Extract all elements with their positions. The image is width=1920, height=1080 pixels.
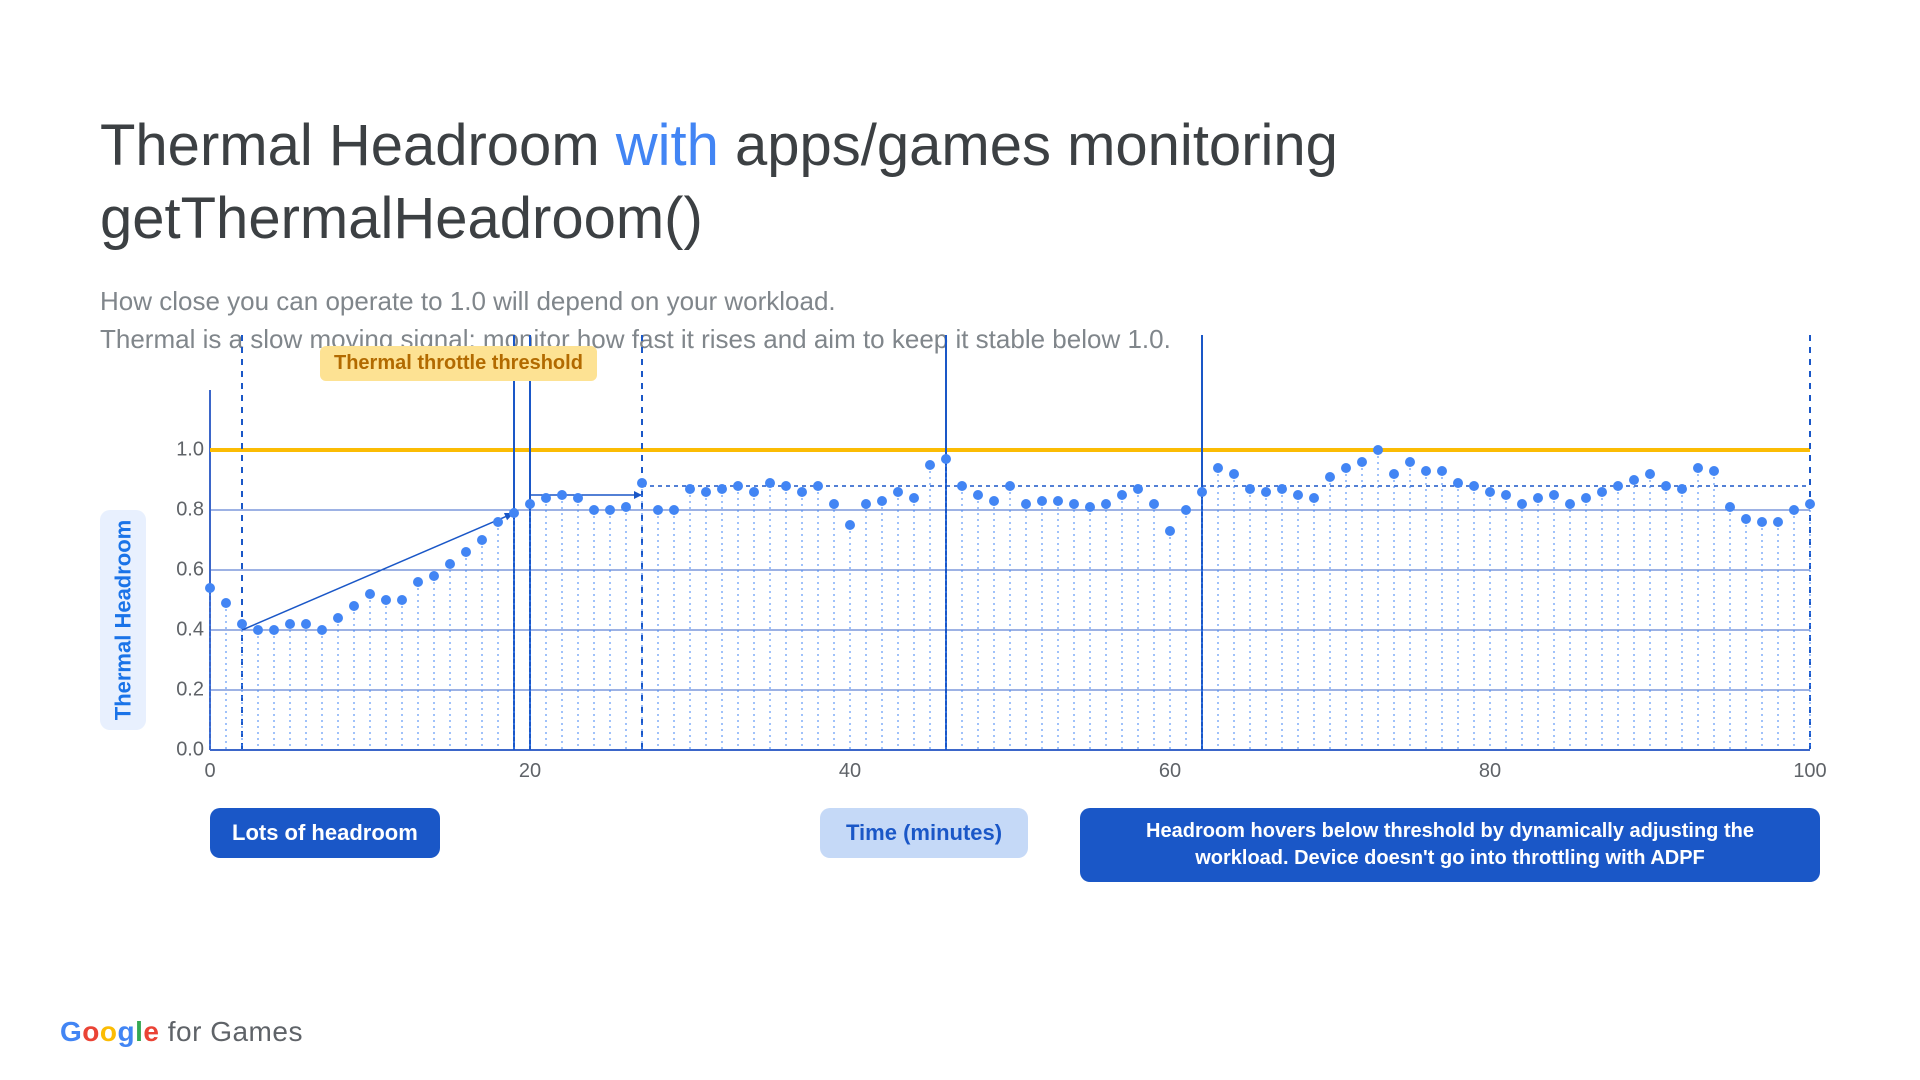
y-tick: 0.0 <box>176 739 204 762</box>
x-tick: 40 <box>839 760 861 783</box>
x-axis-ticks: 020406080100 <box>210 760 1810 790</box>
slide: Thermal Headroom with apps/games monitor… <box>0 0 1920 1080</box>
callout-adpf: Headroom hovers below threshold by dynam… <box>1080 808 1820 882</box>
x-tick: 0 <box>204 760 215 783</box>
y-tick: 0.4 <box>176 619 204 642</box>
plot-area: Thermal throttle threshold <box>210 390 1810 750</box>
threshold-label: Thermal throttle threshold <box>320 346 597 381</box>
x-axis-label: Time (minutes) <box>820 808 1028 858</box>
y-tick: 0.2 <box>176 679 204 702</box>
callouts: Lots of headroom Time (minutes) Headroom… <box>210 808 1820 888</box>
subtitle-line-2: Thermal is a slow moving signal; monitor… <box>100 324 1171 354</box>
y-axis-label-box: Thermal Headroom <box>100 510 146 730</box>
y-axis-label: Thermal Headroom <box>110 520 136 721</box>
y-tick: 0.6 <box>176 559 204 582</box>
y-tick: 0.8 <box>176 499 204 522</box>
title-accent: with <box>616 113 719 178</box>
logo-rest: for Games <box>159 1016 302 1047</box>
y-axis-ticks: 0.00.20.40.60.81.0 <box>158 390 204 750</box>
google-for-games-logo: Google for Games <box>60 1016 303 1048</box>
subtitle-line-1: How close you can operate to 1.0 will de… <box>100 286 836 316</box>
y-tick: 1.0 <box>176 439 204 462</box>
plot-svg <box>210 390 1810 750</box>
x-tick: 100 <box>1793 760 1826 783</box>
page-title: Thermal Headroom with apps/games monitor… <box>100 110 1820 255</box>
title-pre: Thermal Headroom <box>100 113 616 178</box>
x-tick: 60 <box>1159 760 1181 783</box>
chart: Thermal Headroom 0.0 0.2 0.4 0.6 0.8 1.0 Ther… <box>100 390 1820 840</box>
x-tick: 80 <box>1479 760 1501 783</box>
x-tick: 20 <box>519 760 541 783</box>
callout-lots-of-headroom: Lots of headroom <box>210 808 440 858</box>
